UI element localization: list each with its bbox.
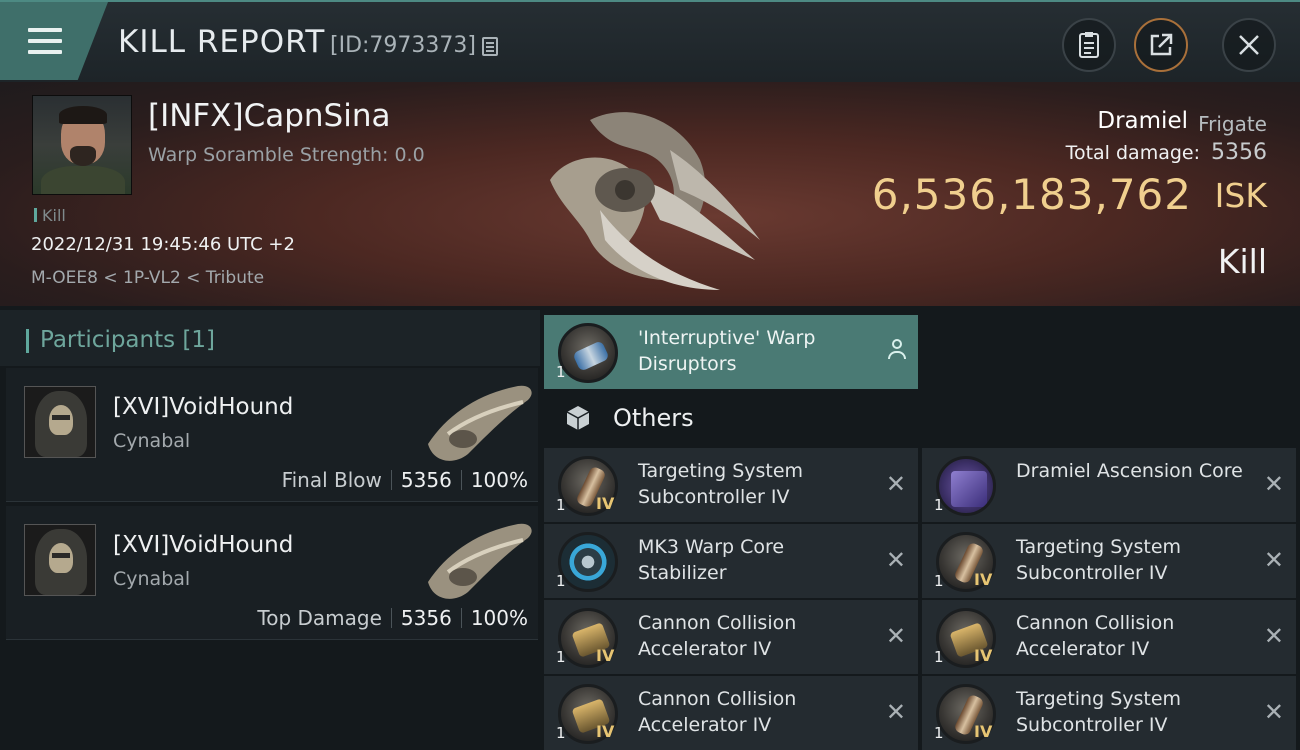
item-name: MK3 Warp Core Stabilizer: [638, 536, 785, 584]
item-name: Cannon Collision Accelerator IV: [1016, 612, 1175, 660]
item-name: Targeting System Subcontroller IV: [1016, 536, 1182, 584]
dropped-item[interactable]: 1 IV Cannon Collision Accelerator IV ✕: [544, 600, 918, 674]
participant-ship-image[interactable]: [418, 374, 540, 466]
item-quantity: 1: [934, 648, 944, 666]
participant-role: Final Blow: [281, 468, 382, 492]
participant-ship: Cynabal: [113, 430, 191, 452]
participant-damage: 5356: [400, 468, 452, 492]
item-quantity: 1: [556, 363, 566, 381]
share-button[interactable]: [1134, 18, 1188, 72]
isk-value: 6,536,183,762: [871, 170, 1192, 219]
victim-portrait[interactable]: [32, 95, 132, 195]
destroyed-x-icon: ✕: [885, 470, 906, 498]
kill-tag: Kill: [34, 206, 66, 225]
others-section-header: Others: [544, 392, 918, 444]
report-id: [ID:7973373]: [330, 33, 476, 58]
destroyed-x-icon: ✕: [1263, 546, 1284, 574]
cube-icon: [566, 406, 590, 430]
destroyed-x-icon: ✕: [1263, 622, 1284, 650]
item-quantity: 1: [556, 648, 566, 666]
ascension-core-icon: [936, 456, 996, 516]
dropped-item[interactable]: 1 IV Cannon Collision Accelerator IV ✕: [544, 676, 918, 750]
participant-name[interactable]: [XVI]VoidHound: [113, 394, 293, 420]
fitted-item[interactable]: 1 'Interruptive' Warp Disruptors: [544, 315, 918, 389]
warp-disruptor-icon: [558, 323, 618, 383]
participant-row[interactable]: [XVI]VoidHound Cynabal Final Blow 5356 100…: [6, 368, 538, 502]
dropped-item[interactable]: 1 MK3 Warp Core Stabilizer ✕: [544, 524, 918, 598]
item-quantity: 1: [556, 724, 566, 742]
item-quantity: 1: [934, 724, 944, 742]
item-quantity: 1: [934, 496, 944, 514]
dropped-item[interactable]: 1 IV Targeting System Subcontroller IV ✕: [544, 448, 918, 522]
item-name: 'Interruptive' Warp Disruptors: [638, 327, 816, 375]
participant-percent: 100%: [470, 606, 528, 630]
kill-summary: [INFX]CapnSina Warp Soramble Strength: 0…: [0, 82, 1300, 306]
others-label: Others: [613, 404, 694, 432]
participants-header: Participants [1]: [0, 310, 540, 366]
dropped-item[interactable]: 1 Dramiel Ascension Core ✕: [922, 448, 1296, 522]
item-tier: IV: [596, 646, 615, 665]
participant-role: Top Damage: [257, 606, 382, 630]
menu-icon-bar: [28, 50, 62, 54]
participants-title-text: Participants: [40, 327, 176, 353]
victim-name[interactable]: [INFX]CapnSina: [148, 98, 391, 134]
total-damage-value: 5356: [1211, 140, 1267, 165]
isk-unit: ISK: [1214, 176, 1267, 215]
menu-icon: [28, 28, 62, 32]
participants-title: Participants [1]: [26, 327, 215, 353]
share-icon: [1150, 33, 1173, 56]
kill-datetime: 2022/12/31 19:45:46 UTC +2: [31, 234, 295, 255]
participant-percent: 100%: [470, 468, 528, 492]
destroyed-x-icon: ✕: [885, 546, 906, 574]
victim-ship-name[interactable]: Dramiel: [1097, 108, 1188, 134]
participant-name[interactable]: [XVI]VoidHound: [113, 532, 293, 558]
menu-icon-bar: [28, 39, 62, 43]
destroyed-x-icon: ✕: [1263, 698, 1284, 726]
item-tier: IV: [596, 494, 615, 513]
close-icon: [1239, 35, 1259, 55]
participant-ship: Cynabal: [113, 568, 191, 590]
clipboard-button[interactable]: [1062, 18, 1116, 72]
warp-core-stabilizer-icon: [558, 532, 618, 592]
clipboard-icon: [1079, 32, 1099, 58]
item-quantity: 1: [556, 572, 566, 590]
close-button[interactable]: [1222, 18, 1276, 72]
kill-location: M-OEE8 < 1P-VL2 < Tribute: [31, 268, 265, 288]
participant-ship-image[interactable]: [418, 512, 540, 604]
header-bar: KILL REPORT [ID:7973373]: [0, 0, 1300, 82]
item-name: Dramiel Ascension Core: [1016, 460, 1243, 482]
item-name: Cannon Collision Accelerator IV: [638, 612, 797, 660]
copy-icon[interactable]: [482, 37, 498, 56]
participant-portrait[interactable]: [24, 524, 96, 596]
result-label: Kill: [1217, 242, 1267, 281]
item-name: Targeting System Subcontroller IV: [1016, 688, 1182, 736]
warp-scramble-strength: Warp Soramble Strength: 0.0: [148, 144, 425, 166]
item-tier: IV: [596, 722, 615, 741]
participant-stats: Top Damage 5356 100%: [257, 606, 528, 630]
total-damage-label: Total damage:: [1065, 142, 1200, 164]
participant-stats: Final Blow 5356 100%: [282, 468, 528, 492]
page-title: KILL REPORT: [118, 24, 326, 60]
item-tier: IV: [974, 570, 993, 589]
item-name: Cannon Collision Accelerator IV: [638, 688, 797, 736]
destroyed-x-icon: ✕: [1263, 470, 1284, 498]
destroyed-x-icon: ✕: [885, 698, 906, 726]
participants-count: [1]: [182, 327, 216, 353]
item-name: Targeting System Subcontroller IV: [638, 460, 804, 508]
item-quantity: 1: [934, 572, 944, 590]
person-icon[interactable]: [886, 339, 908, 361]
participant-portrait[interactable]: [24, 386, 96, 458]
item-quantity: 1: [556, 496, 566, 514]
victim-ship-class: Frigate: [1198, 112, 1267, 136]
dropped-item[interactable]: 1 IV Targeting System Subcontroller IV ✕: [922, 676, 1296, 750]
item-tier: IV: [974, 722, 993, 741]
victim-ship-image[interactable]: [530, 90, 770, 300]
participant-row[interactable]: [XVI]VoidHound Cynabal Top Damage 5356 100…: [6, 506, 538, 640]
menu-button[interactable]: [0, 2, 108, 80]
dropped-item[interactable]: 1 IV Cannon Collision Accelerator IV ✕: [922, 600, 1296, 674]
item-tier: IV: [974, 646, 993, 665]
dropped-item[interactable]: 1 IV Targeting System Subcontroller IV ✕: [922, 524, 1296, 598]
participant-damage: 5356: [400, 606, 452, 630]
destroyed-x-icon: ✕: [885, 622, 906, 650]
